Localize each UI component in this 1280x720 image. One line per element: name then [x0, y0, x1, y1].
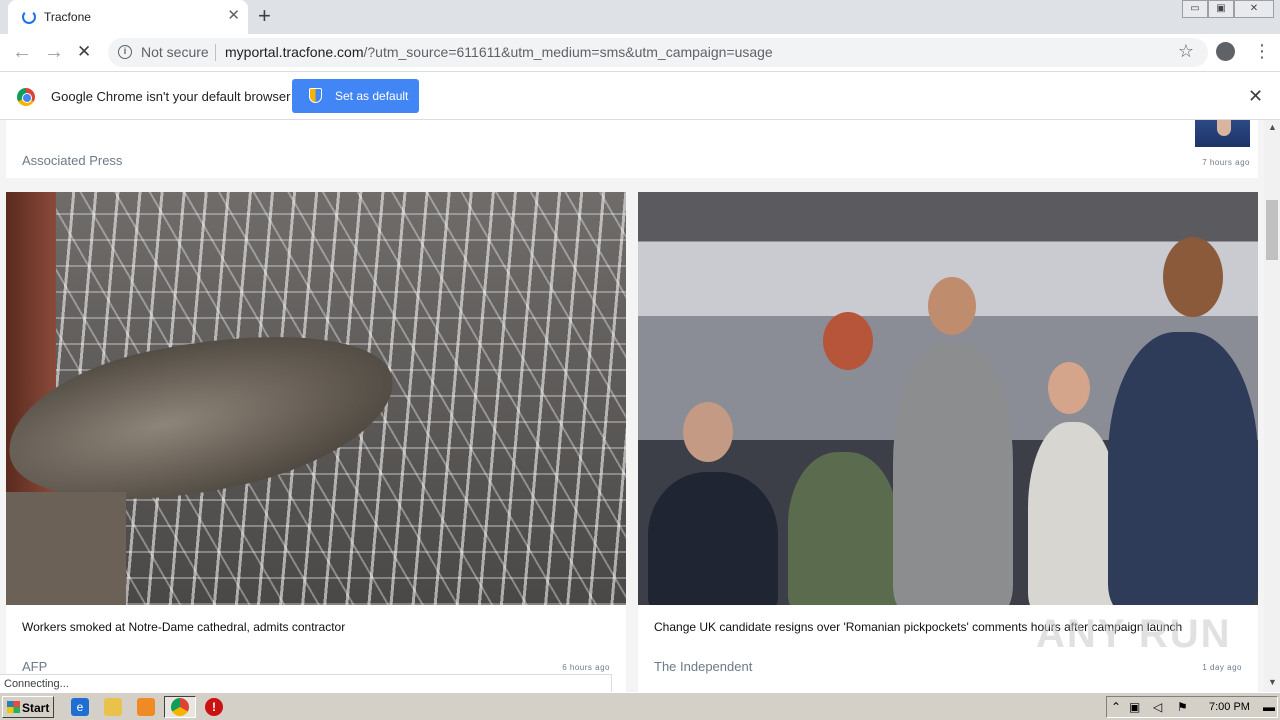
tab-tracfone[interactable]: Tracfone ✕: [8, 0, 248, 34]
security-label[interactable]: Not secure: [141, 44, 209, 60]
chrome-logo-icon: [17, 88, 35, 106]
news-card-top[interactable]: Associated Press 7 hours ago: [6, 120, 1258, 178]
anyrun-watermark: ANY RUN: [1036, 612, 1232, 656]
close-window-button[interactable]: ✕: [1234, 0, 1274, 18]
restore-button[interactable]: ▣: [1208, 0, 1234, 18]
article-image-gargoyle[interactable]: [6, 192, 626, 605]
address-bar[interactable]: i Not secure myportal.tracfone.com/?utm_…: [108, 38, 1208, 67]
page-scrollbar[interactable]: ▲ ▼: [1264, 120, 1280, 692]
article-time: 6 hours ago: [562, 663, 610, 672]
taskbar-chrome-window[interactable]: [164, 696, 196, 718]
security-tool-icon[interactable]: !: [205, 698, 223, 716]
system-tray: ⌃ ▣ ◁ ⚑ 7:00 PM ▬: [1106, 696, 1278, 718]
article-headline[interactable]: Workers smoked at Notre-Dame cathedral, …: [22, 620, 345, 634]
browser-toolbar: ← → ✕ i Not secure myportal.tracfone.com…: [0, 34, 1280, 71]
infobar-close-button[interactable]: ✕: [1248, 86, 1263, 107]
infobar-message: Google Chrome isn't your default browser: [51, 89, 291, 104]
url-host: myportal.tracfone.com: [225, 44, 364, 60]
article-source[interactable]: AFP: [22, 659, 47, 674]
forward-button[interactable]: →: [44, 41, 64, 63]
divider: [215, 44, 216, 61]
back-button[interactable]: ←: [12, 41, 32, 63]
new-tab-button[interactable]: +: [258, 4, 271, 28]
article-thumbnail[interactable]: [1195, 120, 1250, 147]
show-desktop-icon[interactable]: ▬: [1263, 700, 1275, 714]
article-source[interactable]: The Independent: [654, 659, 752, 674]
tab-strip: Tracfone ✕ + ▭ ▣ ✕: [0, 0, 1280, 34]
media-player-icon[interactable]: [137, 698, 155, 716]
internet-explorer-icon[interactable]: e: [71, 698, 89, 716]
tray-expand-icon[interactable]: ⌃: [1111, 700, 1121, 714]
windows-flag-icon: [7, 701, 20, 713]
uac-shield-icon: [309, 88, 322, 103]
set-as-default-label: Set as default: [335, 89, 409, 103]
start-button[interactable]: Start: [2, 696, 54, 718]
status-bubble: Connecting...: [0, 674, 612, 692]
news-card-notre-dame[interactable]: Workers smoked at Notre-Dame cathedral, …: [6, 192, 626, 692]
scroll-up-icon[interactable]: ▲: [1268, 122, 1277, 132]
windows-taskbar: Start e ! ⌃ ▣ ◁ ⚑ 7:00 PM ▬: [0, 692, 1280, 720]
tab-title: Tracfone: [44, 10, 91, 24]
volume-icon[interactable]: ◁: [1153, 700, 1162, 714]
network-icon[interactable]: ▣: [1129, 700, 1140, 714]
scrollbar-thumb[interactable]: [1266, 200, 1278, 260]
url-query: /?utm_source=611611&utm_medium=sms&utm_c…: [363, 44, 773, 60]
set-as-default-button[interactable]: Set as default: [292, 79, 419, 113]
minimize-button[interactable]: ▭: [1182, 0, 1208, 18]
start-label: Start: [22, 701, 50, 715]
article-time: 1 day ago: [1202, 663, 1242, 672]
tab-close-icon[interactable]: ✕: [227, 7, 240, 25]
article-time: 7 hours ago: [1202, 158, 1250, 167]
scroll-down-icon[interactable]: ▼: [1268, 677, 1277, 687]
article-source[interactable]: Associated Press: [22, 153, 122, 168]
bookmark-star-icon[interactable]: ☆: [1178, 41, 1194, 62]
flag-notification-icon[interactable]: ⚑: [1177, 700, 1188, 714]
article-image-crowd[interactable]: [638, 192, 1258, 605]
taskbar-clock[interactable]: 7:00 PM: [1209, 701, 1250, 713]
stop-loading-button[interactable]: ✕: [77, 41, 91, 63]
default-browser-infobar: Google Chrome isn't your default browser…: [0, 71, 1280, 120]
url-text[interactable]: myportal.tracfone.com/?utm_source=611611…: [225, 44, 773, 60]
info-icon[interactable]: i: [118, 45, 132, 59]
profile-avatar-icon[interactable]: [1216, 42, 1235, 61]
loading-spinner-icon: [22, 10, 36, 24]
chrome-menu-button[interactable]: ⋮: [1253, 39, 1271, 63]
file-explorer-icon[interactable]: [104, 698, 122, 716]
chrome-taskbar-icon: [171, 698, 189, 716]
page-viewport: Associated Press 7 hours ago Workers smo…: [0, 120, 1264, 692]
